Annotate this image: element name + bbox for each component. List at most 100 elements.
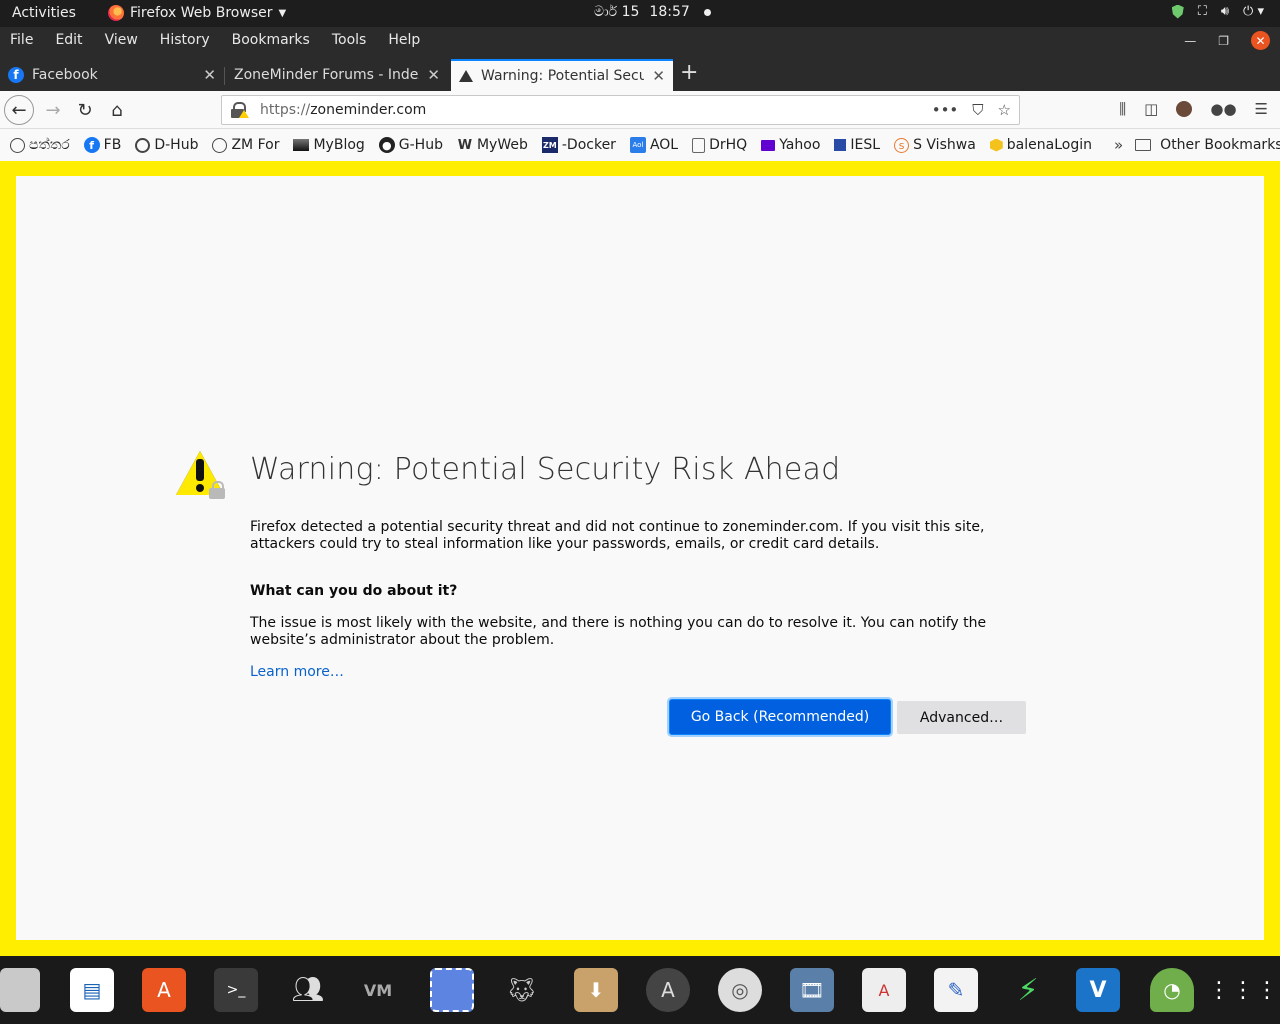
vishwa-icon: ꜱ — [894, 137, 910, 153]
volume-icon[interactable]: 🔊︎ — [1221, 4, 1229, 19]
forward-button[interactable]: → — [38, 95, 68, 125]
warning-icon — [459, 70, 473, 82]
firefox-icon — [108, 5, 124, 21]
chevron-double-right-icon[interactable]: » — [1114, 136, 1123, 154]
shield-icon[interactable] — [1171, 4, 1184, 19]
page-actions-icon[interactable]: ••• — [932, 101, 959, 119]
back-button[interactable]: ← — [4, 95, 34, 125]
tab-security-warning[interactable]: Warning: Potential Security Risk Ahead ✕ — [451, 59, 673, 91]
writer-icon[interactable]: ▤ — [70, 968, 114, 1012]
show-apps-icon[interactable]: ⋮⋮⋮ — [1208, 968, 1278, 1012]
hamburger-menu-icon[interactable]: ☰ — [1255, 100, 1268, 118]
screenshot-icon[interactable] — [430, 968, 474, 1012]
tab-title: Facebook — [32, 67, 98, 83]
menu-edit[interactable]: Edit — [55, 32, 82, 48]
tab-title: Warning: Potential Security Risk Ahead — [481, 68, 645, 84]
insecure-lock-icon[interactable] — [230, 102, 249, 118]
bookmark-label: G-Hub — [398, 137, 443, 153]
system-tray[interactable]: ⛶ 🔊︎ ⏻ ▾ — [1171, 4, 1264, 19]
globe-icon — [212, 137, 228, 153]
arrow-left-icon: ← — [11, 99, 27, 121]
new-tab-icon[interactable]: + — [680, 62, 698, 84]
maximize-icon[interactable]: ❐ — [1218, 34, 1229, 48]
users-icon[interactable]: 👥︎ — [286, 968, 330, 1012]
bookmark-zm-for[interactable]: ZM For — [212, 137, 279, 153]
video-editor-icon[interactable]: 🎞︎ — [790, 968, 834, 1012]
speed-icon[interactable]: ⚡ — [1006, 968, 1050, 1012]
files-icon[interactable] — [0, 968, 40, 1012]
home-button[interactable]: ⌂ — [102, 95, 132, 125]
bookmark-yahoo[interactable]: Yahoo — [761, 137, 820, 153]
window-controls: — ❐ ✕ — [1184, 31, 1270, 50]
bookmark-myweb[interactable]: W MyWeb — [457, 137, 528, 153]
page-icon — [692, 137, 706, 153]
menu-help[interactable]: Help — [388, 32, 420, 48]
terminal-icon[interactable]: >_ — [214, 968, 258, 1012]
menu-tools[interactable]: Tools — [332, 32, 367, 48]
bookmark-fb[interactable]: f FB — [83, 137, 122, 153]
clock[interactable]: මාර් 15 18:57 — [594, 4, 711, 20]
bookmark-d-hub[interactable]: D-Hub — [135, 137, 198, 153]
dictionary-icon[interactable]: A — [862, 968, 906, 1012]
bookmark-label: MyWeb — [476, 137, 528, 153]
bookmark-g-hub[interactable]: ● G-Hub — [378, 137, 443, 153]
menu-view[interactable]: View — [105, 32, 138, 48]
learn-more-link[interactable]: Learn more… — [250, 664, 344, 680]
bookmark-label: S Vishwa — [913, 137, 976, 153]
disks-icon[interactable]: ◎ — [718, 968, 762, 1012]
archive-icon[interactable]: ⬇ — [574, 968, 618, 1012]
software-icon[interactable]: A — [142, 968, 186, 1012]
arrow-right-icon: → — [45, 99, 61, 121]
account-avatar-icon[interactable] — [1176, 101, 1193, 117]
pocket-icon[interactable]: ⛉ — [972, 101, 983, 119]
bookmark-label: ZM For — [231, 137, 280, 153]
bookmark-label: පත්තර — [29, 137, 70, 153]
close-icon[interactable]: ✕ — [1251, 31, 1270, 50]
tab-zoneminder-forums[interactable]: ZoneMinder Forums - Index ✕ — [226, 59, 448, 91]
bookmark-zm-docker[interactable]: ZM -Docker — [541, 137, 616, 153]
facebook-icon: f — [8, 67, 24, 83]
close-tab-icon[interactable]: ✕ — [203, 66, 216, 84]
go-back-button[interactable]: Go Back (Recommended) — [670, 700, 890, 734]
bookmark-iesl[interactable]: IESL — [834, 137, 880, 153]
url-bar[interactable]: https://zoneminder.com ••• ⛉ ☆ — [221, 95, 1020, 125]
bookmark-star-icon[interactable]: ☆ — [998, 101, 1011, 119]
bookmark-balenalogin[interactable]: balenaLogin — [989, 137, 1092, 153]
bookmark-label: D-Hub — [154, 137, 199, 153]
menu-bookmarks[interactable]: Bookmarks — [232, 32, 310, 48]
bookmark-drhq[interactable]: DrHQ — [692, 137, 747, 153]
bookmark-myblog[interactable]: MyBlog — [293, 137, 365, 153]
bookmark-s-vishwa[interactable]: ꜱS Vishwa — [894, 137, 976, 153]
vscode-icon[interactable]: V — [1076, 968, 1120, 1012]
app-center-icon[interactable]: A — [646, 968, 690, 1012]
menu-history[interactable]: History — [160, 32, 210, 48]
library-icon[interactable]: ⫼ — [1119, 100, 1126, 118]
gimp-icon[interactable]: 🐺︎ — [500, 968, 544, 1012]
close-tab-icon[interactable]: ✕ — [652, 67, 665, 85]
sidebar-icon[interactable]: ◫ — [1144, 100, 1158, 118]
power-icon[interactable]: ⏻ ▾ — [1243, 4, 1264, 19]
docker-hub-icon — [135, 137, 151, 153]
vmware-icon[interactable]: VM — [356, 968, 400, 1012]
reload-icon: ↻ — [77, 99, 93, 121]
activities-button[interactable]: Activities — [12, 5, 76, 21]
system-monitor-icon[interactable]: ◔ — [1150, 968, 1194, 1012]
wordpress-icon: W — [457, 137, 473, 153]
url-protocol: https:// — [260, 102, 311, 118]
close-tab-icon[interactable]: ✕ — [427, 66, 440, 84]
menu-file[interactable]: File — [10, 32, 33, 48]
advanced-button[interactable]: Advanced… — [897, 701, 1026, 734]
minimize-icon[interactable]: — — [1184, 34, 1196, 48]
bookmark-label: FB — [103, 137, 122, 153]
text-editor-icon[interactable]: ✎ — [934, 968, 978, 1012]
bookmark-paththara[interactable]: පත්තර — [10, 137, 70, 153]
bookmarks-toolbar: පත්තර f FB D-Hub ZM For MyBlog ● G-Hub W My… — [0, 129, 1280, 161]
bookmark-aol[interactable]: Aol AOL — [629, 137, 678, 153]
network-icon[interactable]: ⛶ — [1198, 4, 1207, 19]
aol-icon: Aol — [629, 137, 646, 153]
tab-facebook[interactable]: f Facebook ✕ — [0, 59, 224, 91]
extension-icon[interactable]: ●● — [1210, 100, 1236, 118]
reload-button[interactable]: ↻ — [70, 95, 100, 125]
app-menu[interactable]: Firefox Web Browser ▼ — [108, 5, 286, 21]
other-bookmarks[interactable]: Other Bookmarks — [1135, 137, 1280, 153]
